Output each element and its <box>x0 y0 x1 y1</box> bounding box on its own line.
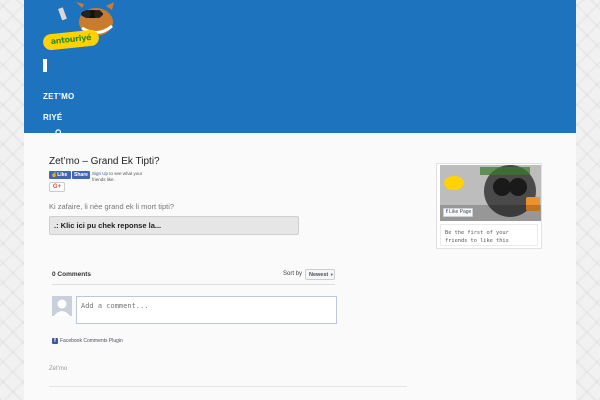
facebook-comments-plugin-link[interactable]: f Facebook Comments Plugin <box>52 338 123 344</box>
facebook-icon: f <box>446 209 448 215</box>
sort-dropdown[interactable]: Newest ▼ <box>305 269 335 280</box>
chevron-down-icon: ▼ <box>329 272 334 277</box>
post-title: Zet’mo – Grand Ek Tipti? <box>49 156 160 167</box>
like-label: Like <box>57 172 68 178</box>
like-page-button[interactable]: f Like Page <box>443 208 473 217</box>
signup-link[interactable]: Sign Up <box>92 171 108 176</box>
page-container: antouriyé ZET’MO RIYÉ Zet’mo – Grand Ek … <box>24 0 576 400</box>
like-page-label: Like Page <box>449 209 472 215</box>
sort-value: Newest <box>309 272 329 278</box>
facebook-signup-text: Sign Up to see what your friends like. <box>92 171 152 183</box>
menu-toggle-icon[interactable] <box>43 59 47 72</box>
facebook-page-widget: f Like Page Be the first of your friends… <box>436 163 542 249</box>
avatar-silhouette <box>52 296 72 316</box>
site-header: antouriyé ZET’MO RIYÉ <box>24 0 576 137</box>
reveal-answer-button[interactable]: .: Klic ici pu chek reponse la... <box>49 216 299 235</box>
facebook-icon: f <box>52 338 58 344</box>
site-logo[interactable]: antouriyé <box>42 2 122 52</box>
comments-divider <box>52 284 335 285</box>
footer-divider <box>49 386 407 387</box>
plugin-label: Facebook Comments Plugin <box>60 338 123 344</box>
comments-count: 0 Comments <box>52 271 92 278</box>
search-icon[interactable] <box>55 124 63 137</box>
sort-label: Sort by <box>283 271 303 277</box>
facebook-share-button[interactable]: Share <box>72 171 90 179</box>
nav-item-riye[interactable]: RIYÉ <box>43 113 62 122</box>
post-category-link[interactable]: Zet'mo <box>49 366 67 372</box>
comment-input[interactable] <box>76 296 337 324</box>
nav-item-zetmo[interactable]: ZET’MO <box>43 92 74 101</box>
avatar <box>52 296 72 316</box>
post-question: Ki zafaire, li nèe grand ek li mort tipt… <box>49 202 175 211</box>
google-plus-button[interactable]: G+ <box>49 182 65 192</box>
facebook-like-button[interactable]: ☝Like <box>49 171 71 179</box>
first-friends-text: Be the first of your friends to like thi… <box>440 224 538 246</box>
